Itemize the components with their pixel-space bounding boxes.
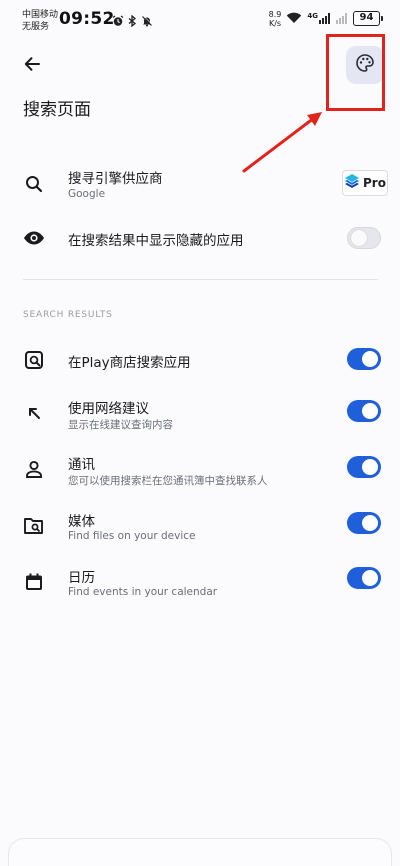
search-icon <box>22 172 46 196</box>
contacts-row[interactable]: 通讯 您可以使用搜索栏在您通讯簿中查找联系人 <box>0 449 400 493</box>
toggle-knob <box>362 459 378 475</box>
battery-indicator: 94 <box>353 11 383 26</box>
annotation-highlight-box <box>326 34 385 111</box>
pro-badge-label: Pro <box>363 176 386 190</box>
toggle-knob <box>362 570 378 586</box>
result-title: 日历 <box>68 570 95 586</box>
section-divider <box>23 279 378 280</box>
pro-badge[interactable]: Pro <box>342 170 388 196</box>
toggle-knob <box>351 230 367 246</box>
search-engine-value: Google <box>68 188 106 200</box>
person-icon <box>22 457 46 481</box>
result-title: 在Play商店搜索应用 <box>68 355 191 371</box>
status-icons-left <box>112 12 154 31</box>
result-subtitle: 您可以使用搜索栏在您通讯簿中查找联系人 <box>68 475 268 487</box>
media-row[interactable]: 媒体 Find files on your device <box>0 506 400 550</box>
wifi-icon <box>286 9 302 28</box>
media-toggle[interactable] <box>347 512 381 534</box>
calendar-toggle[interactable] <box>347 567 381 589</box>
toggle-knob <box>362 351 378 367</box>
layers-logo-icon <box>344 173 360 193</box>
back-button[interactable] <box>18 52 46 80</box>
folder-search-icon <box>22 514 46 538</box>
status-icons-right: 8.9 K/s 4G 94 <box>268 9 383 28</box>
search-engine-provider-row[interactable]: 搜寻引擎供应商 Google <box>0 160 400 210</box>
mute-bell-icon <box>141 12 154 31</box>
result-title: 媒体 <box>68 514 95 530</box>
eye-icon <box>22 226 46 250</box>
result-title: 使用网络建议 <box>68 401 149 417</box>
arrow-up-left-icon <box>22 401 46 425</box>
show-hidden-apps-toggle[interactable] <box>347 227 381 249</box>
contacts-toggle[interactable] <box>347 456 381 478</box>
play-store-search-icon <box>22 348 46 372</box>
alarm-icon <box>112 12 124 31</box>
bluetooth-icon <box>128 12 137 31</box>
status-time: 09:52 <box>59 9 115 29</box>
play-store-search-toggle[interactable] <box>347 348 381 370</box>
web-suggestions-toggle[interactable] <box>347 400 381 422</box>
result-subtitle: Find events in your calendar <box>68 586 218 598</box>
result-subtitle: 显示在线建议查询内容 <box>68 419 173 431</box>
search-engine-title: 搜寻引擎供应商 <box>68 171 163 187</box>
calendar-icon <box>22 570 46 594</box>
toggle-knob <box>362 403 378 419</box>
play-store-search-row[interactable]: 在Play商店搜索应用 <box>0 344 400 376</box>
carrier-status: 无服务 <box>22 22 50 32</box>
result-subtitle: Find files on your device <box>68 530 196 542</box>
calendar-row[interactable]: 日历 Find events in your calendar <box>0 562 400 606</box>
net-speed: 8.9 K/s <box>268 9 282 28</box>
signal-4g-icon: 4G <box>307 13 331 24</box>
result-title: 通讯 <box>68 457 95 473</box>
carrier-name: 中国移动 <box>22 10 59 20</box>
toggle-knob <box>362 515 378 531</box>
show-hidden-apps-title: 在搜索结果中显示隐藏的应用 <box>68 233 244 249</box>
arrow-left-icon <box>23 55 41 77</box>
web-suggestions-row[interactable]: 使用网络建议 显示在线建议查询内容 <box>0 393 400 437</box>
show-hidden-apps-row[interactable]: 在搜索结果中显示隐藏的应用 <box>0 222 400 254</box>
signal-icon <box>336 9 348 28</box>
page-title: 搜索页面 <box>23 100 91 120</box>
bottom-sheet-edge <box>8 838 392 866</box>
carrier-info: 中国移动 无服务 <box>22 9 58 33</box>
section-header-search-results: SEARCH RESULTS <box>23 310 113 320</box>
